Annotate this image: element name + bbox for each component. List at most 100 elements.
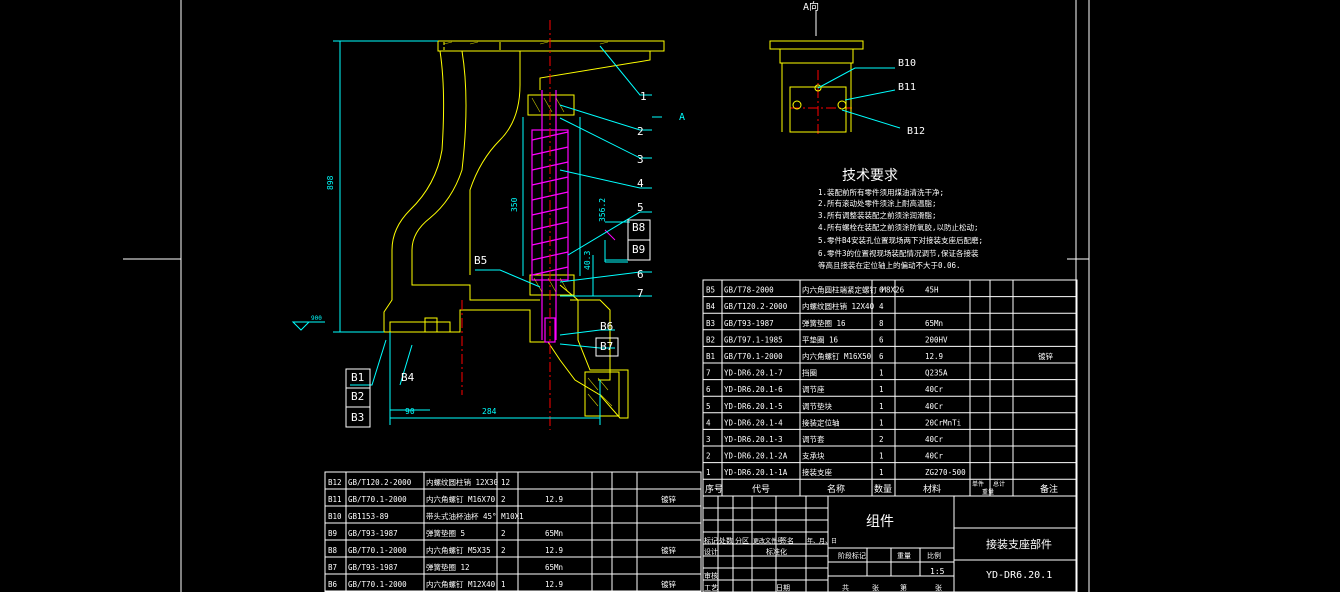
table-cell: 2 <box>706 452 711 461</box>
balloon-3: 3 <box>637 153 644 166</box>
table-cell: 1 <box>879 468 884 477</box>
table-cell: GB/T120.2-2000 <box>348 478 412 487</box>
table-cell: 12 <box>501 478 510 487</box>
table-cell: 内六角圆柱端紧定螺钉 M8X26 <box>802 285 905 295</box>
table-cell: 镀锌 <box>661 579 676 589</box>
tech-title: 技术要求 <box>842 168 898 184</box>
table-cell: 内六角螺钉 M16X50 <box>802 351 872 361</box>
tb-drawing-name: 接装支座部件 <box>986 537 1052 551</box>
table-cell: 弹簧垫圈 12 <box>426 562 470 572</box>
tb-review: 审核 <box>704 571 718 580</box>
bom-header-qty: 数量 <box>874 483 892 495</box>
tb-process: 工艺 <box>704 584 718 592</box>
balloon-5: 5 <box>637 201 644 214</box>
dim-898: 898 <box>326 175 335 190</box>
balloon-b9: B9 <box>632 243 645 256</box>
table-cell: 内螺纹圆柱销 12X40 <box>802 301 875 311</box>
table-cell: GB/T93-1987 <box>724 319 774 328</box>
datum-label: 900 <box>311 315 322 322</box>
table-cell: 12.9 <box>545 546 563 555</box>
table-cell: YD-DR6.20.1-4 <box>724 418 783 427</box>
bom-header-total: 总计 <box>993 480 1005 488</box>
table-cell: 6 <box>879 335 884 344</box>
table-cell: 弹簧垫圈 16 <box>802 318 846 328</box>
tb-standard: 标准化 <box>766 547 787 556</box>
balloon-b7: B7 <box>600 340 613 353</box>
dim-356: 356.2 <box>598 198 607 222</box>
balloon-b1: B1 <box>351 371 364 384</box>
table-cell: 20CrMnTi <box>925 418 961 427</box>
table-cell: 1 <box>879 452 884 461</box>
table-cell: YD-DR6.20.1-1A <box>724 468 788 477</box>
table-cell: 1 <box>879 385 884 394</box>
balloon-b2: B2 <box>351 390 364 403</box>
tech-line-5: 5.零件B4安装孔位置现场两下对接装支座后配磨; <box>818 235 983 245</box>
tech-line-3: 3.所有调整装装配之前须涂润滑脂; <box>818 210 937 220</box>
table-cell: 40Cr <box>925 452 944 461</box>
table-cell: 4 <box>706 418 711 427</box>
table-cell: 1 <box>706 468 711 477</box>
tech-line-2: 2.所有滚动处零件须涂上耐高温脂; <box>818 198 937 208</box>
table-cell: YD-DR6.20.1-7 <box>724 369 783 378</box>
tb-date: 年、月、日 <box>807 537 837 545</box>
table-cell: GB/T120.2-2000 <box>724 302 788 311</box>
tech-line-4: 4.所有螺栓在装配之前须涂防氧胶,以防止松动; <box>818 222 979 232</box>
tb-total: 共 <box>842 583 849 592</box>
bom-upper-table: B5 GB/T78-2000 内六角圆柱端紧定螺钉 M8X266 45HB4 GB/T1… <box>702 279 1078 497</box>
table-cell: 6 <box>879 352 884 361</box>
technical-requirements: 技术要求 1.装配前所有零件须用煤油清洗干净; 2.所有滚动处零件须涂上耐高温脂… <box>818 168 983 270</box>
table-cell: 7 <box>706 369 711 378</box>
table-cell: B12 <box>328 478 342 487</box>
table-cell: 支承块 <box>802 451 825 461</box>
table-cell: B11 <box>328 495 342 504</box>
table-cell: YD-DR6.20.1-2A <box>724 452 788 461</box>
table-cell: YD-DR6.20.1-6 <box>724 385 783 394</box>
bom-header-single: 单件 <box>972 480 984 488</box>
table-cell: 65Mn <box>925 319 943 328</box>
table-cell: 200HV <box>925 335 948 344</box>
balloon-2: 2 <box>637 125 644 138</box>
bom-header-weight: 重量 <box>982 488 994 496</box>
table-cell: GB1153-89 <box>348 512 389 521</box>
table-cell: 2 <box>879 435 884 444</box>
table-cell: 内六角螺钉 M12X40 <box>426 579 496 589</box>
table-cell: 内螺纹圆柱销 12X30 <box>426 477 499 487</box>
table-cell: GB/T93-1987 <box>348 529 398 538</box>
table-cell: 接装定位轴 <box>802 417 840 427</box>
bom-lower-table: B12 GB/T120.2-2000 内螺纹圆柱销 12X30 12 B11 GB/T70… <box>324 471 702 592</box>
table-cell: B3 <box>706 319 715 328</box>
tb-count: 处数 <box>719 536 733 545</box>
table-cell: 带头式油杯油杯 45° M10X1 <box>426 511 524 521</box>
tb-weight: 重量 <box>897 552 911 560</box>
dimension-lines <box>291 40 662 425</box>
tech-line-1: 1.装配前所有零件须用煤油清洗干净; <box>818 187 944 197</box>
table-cell: 镀锌 <box>1038 351 1054 361</box>
table-cell: 1 <box>879 418 884 427</box>
balloon-4: 4 <box>637 177 644 190</box>
table-cell: GB/T93-1987 <box>348 563 398 572</box>
table-cell: GB/T70.1-2000 <box>348 495 407 504</box>
table-cell: B7 <box>328 563 337 572</box>
tb-date2: 日期 <box>776 584 790 592</box>
balloon-b10: B10 <box>898 58 916 69</box>
balloon-labels: 1 2 3 4 5 6 7 B8 B9 B5 B6 B7 B1 B2 B3 B4 <box>351 90 647 424</box>
table-cell: 调节套 <box>802 434 825 444</box>
tech-line-6: 6.零件3的位置视现场装配情况调节,保证各接装 <box>818 248 979 258</box>
table-cell: B4 <box>706 302 716 311</box>
table-cell: 12.9 <box>545 580 563 589</box>
tb-zone: 分区 <box>735 536 749 545</box>
table-cell: B10 <box>328 512 342 521</box>
table-cell: 调节座 <box>802 384 825 394</box>
table-cell: ZG270-500 <box>925 468 966 477</box>
table-cell: Q235A <box>925 369 948 378</box>
table-cell: 3 <box>706 435 711 444</box>
table-cell: 6 <box>879 286 884 295</box>
dim-350: 350 <box>510 197 519 212</box>
balloon-b5: B5 <box>474 254 487 267</box>
bom-header-no: 序号 <box>705 483 723 495</box>
balloon-b6: B6 <box>600 320 613 333</box>
table-cell: 挡圈 <box>802 368 817 378</box>
bom-header-remark: 备注 <box>1040 483 1058 495</box>
bom-header-mat: 材料 <box>923 483 941 495</box>
dim-403: 40.3 <box>583 251 592 270</box>
